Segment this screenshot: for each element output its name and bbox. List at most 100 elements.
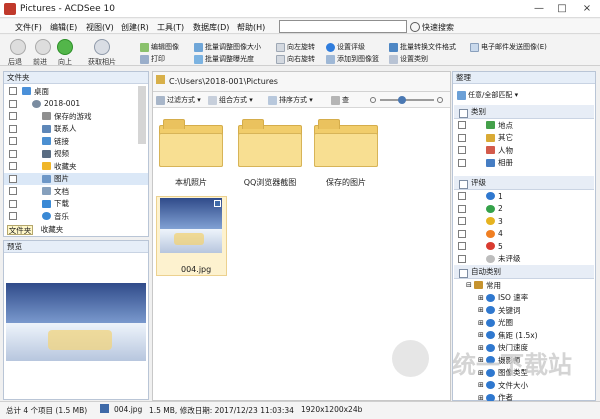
close-button[interactable]: × xyxy=(575,0,599,18)
checkbox[interactable] xyxy=(458,254,466,263)
forward-arrow-icon[interactable] xyxy=(35,39,51,55)
rating-5[interactable]: 5 xyxy=(454,240,594,253)
camera-icon[interactable] xyxy=(94,39,110,55)
filter-button[interactable]: 过滤方式 ▾ xyxy=(156,95,201,105)
tree-item-saved-games[interactable]: 保存的游戏 xyxy=(4,110,148,123)
email-images-button[interactable]: 电子邮件发送图像(E) xyxy=(470,42,547,52)
tree-item-documents[interactable]: 文档 xyxy=(4,185,148,198)
tree-item-videos[interactable]: 视频 xyxy=(4,148,148,161)
tree-item-desktop[interactable]: 桌面 xyxy=(4,85,148,98)
quick-search-button[interactable]: 快速搜索 xyxy=(422,22,454,33)
checkbox[interactable] xyxy=(9,199,17,208)
menu-file[interactable]: 文件(F) xyxy=(15,22,42,33)
batch-resize-button[interactable]: 批量调整图像大小 xyxy=(194,42,261,52)
checkbox[interactable] xyxy=(458,121,466,130)
menu-tools[interactable]: 工具(T) xyxy=(157,22,184,33)
rating-icon xyxy=(326,42,335,52)
folder-item[interactable]: 本机照片 xyxy=(155,111,227,187)
checkbox[interactable] xyxy=(9,212,17,221)
tree-item-contacts[interactable]: 联系人 xyxy=(4,123,148,136)
checkbox[interactable] xyxy=(9,87,17,96)
checkbox[interactable] xyxy=(458,133,466,142)
preview-panel: 预览 xyxy=(3,240,149,400)
preview-image xyxy=(6,283,146,361)
menu-edit[interactable]: 编辑(E) xyxy=(50,22,77,33)
tree-item-links[interactable]: 链接 xyxy=(4,135,148,148)
auto-focal-length[interactable]: ⊞ 焦距 (1.5x) xyxy=(454,329,594,342)
minimize-button[interactable]: — xyxy=(527,0,551,18)
view-mode-button[interactable]: 查 xyxy=(331,95,349,105)
search-input[interactable] xyxy=(279,20,407,33)
checkbox[interactable] xyxy=(458,217,466,226)
checkbox[interactable] xyxy=(458,158,466,167)
tree-item-favorites[interactable]: 收藏夹 xyxy=(4,160,148,173)
batch-convert-button[interactable]: 批量转换文件格式 xyxy=(389,42,456,52)
batch-exposure-button[interactable]: 批量调整曝光度 xyxy=(194,54,254,64)
address-path[interactable]: C:\Users\2018-001\Pictures xyxy=(169,77,278,86)
up-arrow-icon[interactable] xyxy=(57,39,73,55)
checkbox[interactable] xyxy=(458,192,466,201)
auto-file-size[interactable]: ⊞ 文件大小 xyxy=(454,379,594,392)
categories-title[interactable]: 类别 xyxy=(454,105,594,119)
add-to-basket-button[interactable]: 添加到图像篮 xyxy=(326,54,379,64)
match-mode-button[interactable]: 任意/全部匹配 ▾ xyxy=(457,90,518,100)
category-album[interactable]: 相册 xyxy=(454,157,594,170)
zoom-thumb[interactable] xyxy=(398,96,406,104)
category-place[interactable]: 地点 xyxy=(454,119,594,132)
set-rating-button[interactable]: 设置评级 xyxy=(326,42,365,52)
checkbox[interactable] xyxy=(9,149,17,158)
checkbox[interactable] xyxy=(9,187,17,196)
tab-favorites[interactable]: 收藏夹 xyxy=(37,225,67,235)
print-button[interactable]: 打印 xyxy=(140,54,165,64)
back-arrow-icon[interactable] xyxy=(10,39,26,55)
checkbox[interactable] xyxy=(9,162,17,171)
zoom-slider[interactable] xyxy=(370,96,444,104)
rotate-left-button[interactable]: 向左旋转 xyxy=(276,42,315,52)
checkbox[interactable] xyxy=(9,124,17,133)
category-people[interactable]: 人物 xyxy=(454,144,594,157)
menu-view[interactable]: 视图(V) xyxy=(86,22,114,33)
sort-button[interactable]: 排序方式 ▾ xyxy=(268,95,313,105)
zoom-out-icon[interactable] xyxy=(370,97,376,103)
ratings-title[interactable]: 评级 xyxy=(454,176,594,190)
menu-create[interactable]: 创建(R) xyxy=(121,22,149,33)
folder-item[interactable]: QQ浏览器截图 xyxy=(234,111,306,187)
auto-common[interactable]: ⊟ 常用 xyxy=(454,279,594,292)
auto-iso[interactable]: ⊞ ISO 速率 xyxy=(454,292,594,305)
checkbox[interactable] xyxy=(9,137,17,146)
rating-2[interactable]: 2 xyxy=(454,203,594,216)
checkbox[interactable] xyxy=(9,174,17,183)
menu-help[interactable]: 帮助(H) xyxy=(237,22,265,33)
search-icon[interactable] xyxy=(410,22,420,32)
auto-categories-title[interactable]: 自动类别 xyxy=(454,265,594,279)
rating-1[interactable]: 1 xyxy=(454,190,594,203)
menu-database[interactable]: 数据库(D) xyxy=(193,22,229,33)
checkbox[interactable] xyxy=(9,112,17,121)
group-button[interactable]: 组合方式 ▾ xyxy=(208,95,253,105)
auto-aperture[interactable]: ⊞ 光圈 xyxy=(454,317,594,330)
tab-folders[interactable]: 文件夹 xyxy=(7,225,33,235)
set-category-button[interactable]: 设置类别 xyxy=(389,54,428,64)
zoom-in-icon[interactable] xyxy=(437,97,443,103)
edit-image-button[interactable]: 编辑图像 xyxy=(140,42,179,52)
checkbox[interactable] xyxy=(9,99,17,108)
auto-keywords[interactable]: ⊞ 关键词 xyxy=(454,304,594,317)
maximize-button[interactable]: □ xyxy=(550,0,574,18)
checkbox[interactable] xyxy=(458,229,466,238)
rating-4[interactable]: 4 xyxy=(454,228,594,241)
checkbox[interactable] xyxy=(458,204,466,213)
status-file: 004.jpg xyxy=(114,405,143,414)
tree-item-user[interactable]: 2018-001 xyxy=(4,98,148,111)
tree-item-pictures[interactable]: 图片 xyxy=(4,172,148,185)
checkbox[interactable] xyxy=(458,146,466,155)
rotate-right-button[interactable]: 向右旋转 xyxy=(276,54,315,64)
info-icon xyxy=(486,306,495,315)
category-other[interactable]: 其它 xyxy=(454,132,594,145)
folder-scrollbar[interactable] xyxy=(138,86,146,144)
rating-unrated[interactable]: 未评级 xyxy=(454,253,594,266)
checkbox[interactable] xyxy=(458,242,466,251)
rating-3[interactable]: 3 xyxy=(454,215,594,228)
tree-item-downloads[interactable]: 下载 xyxy=(4,198,148,211)
tree-item-music[interactable]: 音乐 xyxy=(4,210,148,223)
folder-item[interactable]: 保存的图片 xyxy=(310,111,382,187)
